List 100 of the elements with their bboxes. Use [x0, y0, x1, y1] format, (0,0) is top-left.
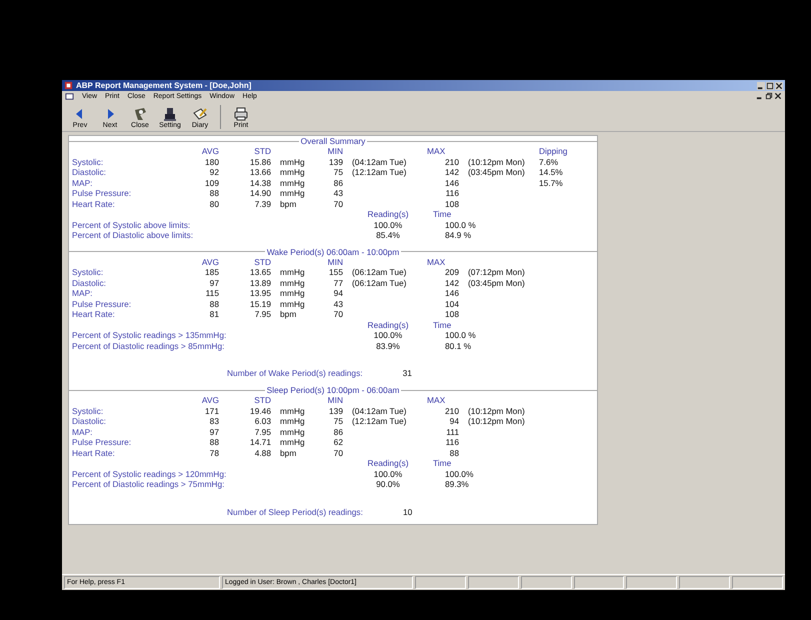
- row-label: Pulse Pressure:: [72, 298, 132, 309]
- status-pane: [520, 576, 572, 589]
- table-cell-text: 14.90: [249, 188, 271, 198]
- column-header: MIN: [326, 146, 343, 156]
- column-header: STD: [253, 395, 271, 406]
- column-header: MAX: [427, 395, 446, 406]
- unit-label: mmHg: [280, 288, 305, 298]
- status-pane: [732, 576, 784, 589]
- unit-label: mmHg: [280, 437, 305, 447]
- table-cell-text: 139: [328, 156, 343, 167]
- row-label: Percent of Systolic readings > 135mmHg:: [72, 330, 228, 340]
- table-cell: (04:12am Tue): [352, 406, 406, 416]
- table-cell-text: 7.95: [254, 426, 271, 437]
- unit-label: mmHg: [280, 267, 305, 277]
- table-cell-text: 86: [332, 178, 343, 188]
- table-cell-text: 13.89: [249, 278, 271, 288]
- unit-label: mmHg: [280, 156, 305, 166]
- close-icon[interactable]: [775, 82, 783, 90]
- count-label: Number of Sleep Period(s) readings:: [227, 506, 363, 518]
- row-label: Percent of Diastolic readings > 85mmHg:: [72, 340, 226, 351]
- row-label: Pulse Pressure:: [72, 437, 132, 448]
- table-cell-text: 116: [444, 188, 459, 198]
- section-title: Sleep Period(s) 10:00pm - 06:00am: [266, 385, 400, 395]
- table-cell: 84.9 %: [445, 230, 472, 240]
- table-cell-text: 142: [444, 167, 459, 178]
- table-cell-text: 14.38: [249, 178, 271, 188]
- unit-label: mmHg: [280, 406, 305, 416]
- table-cell-text: 146: [444, 178, 459, 188]
- table-cell: (12:12am Tue): [352, 416, 406, 426]
- unit-label: mmHg: [280, 188, 305, 198]
- status-pane: [626, 576, 678, 589]
- table-cell-text: 83: [208, 416, 219, 426]
- maximize-icon[interactable]: [766, 82, 774, 90]
- unit-label: mmHg: [280, 178, 305, 188]
- table-cell-text: 75: [332, 167, 343, 178]
- table-cell: 100.0%: [445, 468, 474, 478]
- table-cell: (03:45pm Mon): [468, 167, 525, 177]
- status-pane: [679, 576, 730, 589]
- column-header: MAX: [427, 256, 446, 267]
- table-cell: (03:45pm Mon): [468, 278, 525, 288]
- table-cell-text: 70: [332, 448, 343, 458]
- row-label: Diastolic:: [72, 278, 107, 288]
- column-header: AVG: [200, 256, 219, 267]
- row-label: Heart Rate:: [72, 309, 116, 320]
- app-icon: [64, 81, 73, 90]
- unit-label: bpm: [280, 309, 296, 319]
- table-cell-text: 209: [444, 267, 459, 278]
- table-cell: 85.4%: [376, 230, 400, 240]
- printer-icon: [233, 106, 249, 122]
- minimize-icon[interactable]: [757, 82, 765, 90]
- table-cell-text: 19.46: [249, 406, 271, 416]
- table-cell-text: 146: [444, 288, 459, 298]
- table-cell: 100.0%: [374, 220, 402, 230]
- table-cell: (10:12pm Mon): [468, 406, 525, 416]
- status-pane: [468, 576, 519, 589]
- column-header: MAX: [427, 146, 446, 156]
- restore-icon[interactable]: [765, 92, 773, 100]
- table-cell-text: 4.88: [254, 448, 271, 458]
- unit-label: mmHg: [280, 426, 305, 436]
- table-cell: 89.3%: [445, 479, 469, 489]
- table-cell-text: 97: [208, 278, 219, 288]
- unit-label: mmHg: [280, 278, 305, 288]
- table-cell-text: 210: [444, 406, 459, 416]
- column-header: MIN: [326, 256, 343, 267]
- table-cell: (10:12pm Mon): [468, 156, 525, 166]
- row-label: Diastolic:: [72, 416, 107, 426]
- section-title: Wake Period(s) 06:00am - 10:00pm: [266, 246, 400, 256]
- table-cell-text: 115: [204, 288, 219, 298]
- table-cell-text: 13.65: [249, 267, 271, 278]
- table-cell-text: 92: [208, 167, 219, 178]
- table-cell: 100.0%: [374, 468, 402, 478]
- table-cell-text: 86: [332, 426, 343, 437]
- row-label: Percent of Diastolic above limits:: [72, 230, 194, 240]
- table-cell-text: 88: [208, 188, 219, 198]
- row-label: Diastolic:: [72, 167, 107, 178]
- table-cell-text: 70: [332, 309, 343, 320]
- table-cell-text: 116: [444, 437, 459, 448]
- table-cell-text: 171: [204, 406, 219, 416]
- status-pane: [574, 576, 624, 589]
- table-cell-text: 78: [208, 448, 219, 458]
- table-cell-text: 43: [332, 188, 343, 198]
- table-cell-text: 70: [332, 198, 343, 209]
- count-value: 31: [402, 367, 412, 379]
- row-label: Percent of Systolic readings > 120mmHg:: [72, 468, 228, 479]
- column-header: Time: [433, 209, 452, 219]
- table-cell-text: 94: [448, 416, 459, 426]
- table-cell-text: 109: [204, 178, 219, 188]
- table-cell-text: 139: [328, 406, 343, 416]
- column-header: Reading(s): [368, 458, 408, 468]
- column-header: AVG: [200, 395, 219, 406]
- column-header: Reading(s): [368, 320, 408, 330]
- row-label: MAP:: [72, 178, 94, 188]
- close-icon[interactable]: [774, 92, 782, 100]
- table-cell-text: 97: [208, 426, 219, 437]
- table-cell-text: 88: [208, 298, 219, 309]
- column-header: Time: [433, 458, 452, 468]
- unit-label: bpm: [280, 448, 296, 458]
- table-cell-text: 108: [444, 309, 459, 320]
- row-label: Percent of Systolic above limits:: [72, 220, 192, 230]
- row-label: Heart Rate:: [72, 448, 116, 458]
